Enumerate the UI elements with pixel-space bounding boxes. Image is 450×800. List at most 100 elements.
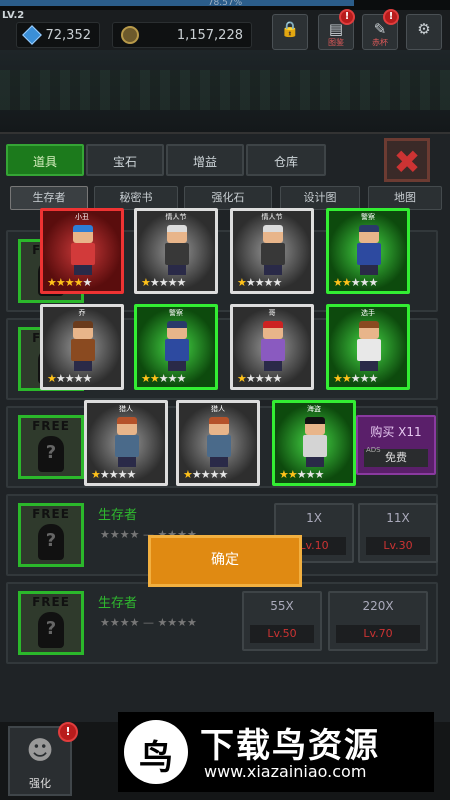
sprite-body xyxy=(207,435,231,457)
survivor-card[interactable]: 情人节 ★★★★★ xyxy=(230,208,314,294)
star-rating: ★★★★★ xyxy=(47,372,92,385)
buy-ads-button[interactable]: 购买 X11 ADS 免费 xyxy=(356,415,436,475)
survivor-card[interactable]: 猎人 ★★★★★ xyxy=(84,400,168,486)
survivor-sprite xyxy=(353,321,385,373)
tab-items[interactable]: 道具 xyxy=(6,144,84,176)
row-title: 生存者 xyxy=(98,508,138,523)
coin-icon xyxy=(121,26,139,44)
lock-button[interactable]: 🔒 xyxy=(272,14,308,50)
survivor-card[interactable]: 小丑 ★★★★★ xyxy=(40,208,124,294)
buy-55x-button[interactable]: 55X Lv.50 xyxy=(242,591,322,651)
star-filled-icon: ★ xyxy=(183,468,193,481)
survivor-name: 情人节 xyxy=(261,213,283,221)
gasmask-icon: ☻ xyxy=(26,736,54,766)
sprite-head xyxy=(359,225,379,243)
survivor-card[interactable]: 乔 ★★★★★ xyxy=(40,304,124,390)
star-filled-icon: ★ xyxy=(333,276,343,289)
sprite-body xyxy=(303,435,327,457)
subtab-map[interactable]: 地图 xyxy=(368,186,442,210)
star-filled-icon: ★ xyxy=(73,276,84,289)
survivor-card[interactable]: 海盗 ★★★★★ xyxy=(272,400,356,486)
row-stars: ★★★★ — ★★★★ xyxy=(100,616,197,629)
settings-button[interactable]: ⚙ xyxy=(406,14,442,50)
tab-buffs[interactable]: 增益 xyxy=(166,144,244,176)
free-slot[interactable]: FREE? xyxy=(18,415,84,479)
survivor-name: 小丑 xyxy=(75,213,89,221)
free-slot[interactable]: FREE? xyxy=(18,591,84,655)
gem-value: 72,352 xyxy=(45,28,92,43)
collection-button[interactable]: ▤ 图鉴 ! xyxy=(318,9,355,50)
free-label: FREE xyxy=(32,507,70,521)
tab-warehouse[interactable]: 仓库 xyxy=(246,144,326,176)
star-filled-icon: ★ xyxy=(47,276,57,289)
star-filled-icon: ★ xyxy=(341,372,352,385)
sprite-head xyxy=(209,417,229,435)
star-empty-icon: ★ xyxy=(82,276,93,289)
xp-text: 78.57% xyxy=(207,0,243,8)
sprite-head xyxy=(73,225,93,243)
gear-icon: ⚙ xyxy=(417,20,431,38)
tab-gems[interactable]: 宝石 xyxy=(86,144,164,176)
star-empty-icon: ★ xyxy=(368,276,379,289)
star-empty-icon: ★ xyxy=(218,468,229,481)
star-empty-icon: ★ xyxy=(254,276,265,289)
sprite-head xyxy=(73,321,93,339)
buy-220x-button[interactable]: 220X Lv.70 xyxy=(328,591,428,651)
watermark-banner: 鸟 下载鸟资源 www.xiazainiao.com xyxy=(118,712,434,792)
star-empty-icon: ★ xyxy=(99,468,110,481)
star-empty-icon: ★ xyxy=(158,372,169,385)
star-empty-icon: ★ xyxy=(272,372,283,385)
star-empty-icon: ★ xyxy=(200,468,211,481)
subtab-survivor[interactable]: 生存者 xyxy=(10,186,88,210)
cup-button[interactable]: ✎ 赤杯 ! xyxy=(362,9,399,50)
buy-11x-button[interactable]: 11X Lv.30 xyxy=(358,503,438,563)
free-slot[interactable]: FREE? xyxy=(18,503,84,567)
sprite-body xyxy=(261,243,285,265)
confirm-button[interactable]: 确定 xyxy=(148,535,302,587)
sprite-body xyxy=(71,243,95,265)
background-fence xyxy=(0,70,450,110)
subtab-secret-book[interactable]: 秘密书 xyxy=(94,186,178,210)
subtab-blueprint[interactable]: 设计图 xyxy=(280,186,360,210)
gem-counter: 72,352 xyxy=(16,22,100,48)
star-rating: ★★★★★ xyxy=(279,468,324,481)
gem-icon xyxy=(22,25,42,45)
sprite-body xyxy=(165,243,189,265)
star-filled-icon: ★ xyxy=(237,276,247,289)
survivor-card[interactable]: 警察 ★★★★★ xyxy=(326,208,410,294)
star-filled-icon: ★ xyxy=(55,276,66,289)
survivor-sprite xyxy=(203,417,235,469)
star-filled-icon: ★ xyxy=(333,372,343,385)
sprite-head xyxy=(263,225,283,243)
star-rating: ★★★★★ xyxy=(333,276,379,289)
star-empty-icon: ★ xyxy=(263,372,274,385)
sprite-legs xyxy=(360,361,378,371)
survivor-name: 猎人 xyxy=(211,405,225,413)
survivor-card[interactable]: 警察 ★★★★★ xyxy=(134,304,218,390)
subtab-enhance-stone[interactable]: 强化石 xyxy=(184,186,272,210)
survivor-name: 乔 xyxy=(78,309,86,317)
star-empty-icon: ★ xyxy=(272,276,283,289)
survivor-card[interactable]: 选手 ★★★★★ xyxy=(326,304,410,390)
alert-badge: ! xyxy=(58,722,78,742)
survivor-card[interactable]: 猎人 ★★★★★ xyxy=(176,400,260,486)
ads-action-label: 免费 xyxy=(385,451,407,464)
watermark-url: www.xiazainiao.com xyxy=(204,762,367,781)
close-button[interactable]: ✖ xyxy=(384,138,430,182)
sprite-head xyxy=(263,321,283,339)
alert-badge: ! xyxy=(339,9,355,25)
survivor-card[interactable]: 哥 ★★★★★ xyxy=(230,304,314,390)
survivor-sprite xyxy=(67,225,99,277)
survivor-card[interactable]: 情人节 ★★★★★ xyxy=(134,208,218,294)
sprite-legs xyxy=(264,265,282,275)
sprite-legs xyxy=(360,265,378,275)
star-filled-icon: ★ xyxy=(141,276,151,289)
star-empty-icon: ★ xyxy=(108,468,119,481)
level-lock: Lv.50 xyxy=(250,625,314,643)
sprite-legs xyxy=(306,457,324,467)
free-label: FREE xyxy=(32,419,70,433)
star-rating: ★★★★★ xyxy=(141,372,186,385)
star-empty-icon: ★ xyxy=(73,372,84,385)
star-empty-icon: ★ xyxy=(191,468,202,481)
star-empty-icon: ★ xyxy=(209,468,220,481)
